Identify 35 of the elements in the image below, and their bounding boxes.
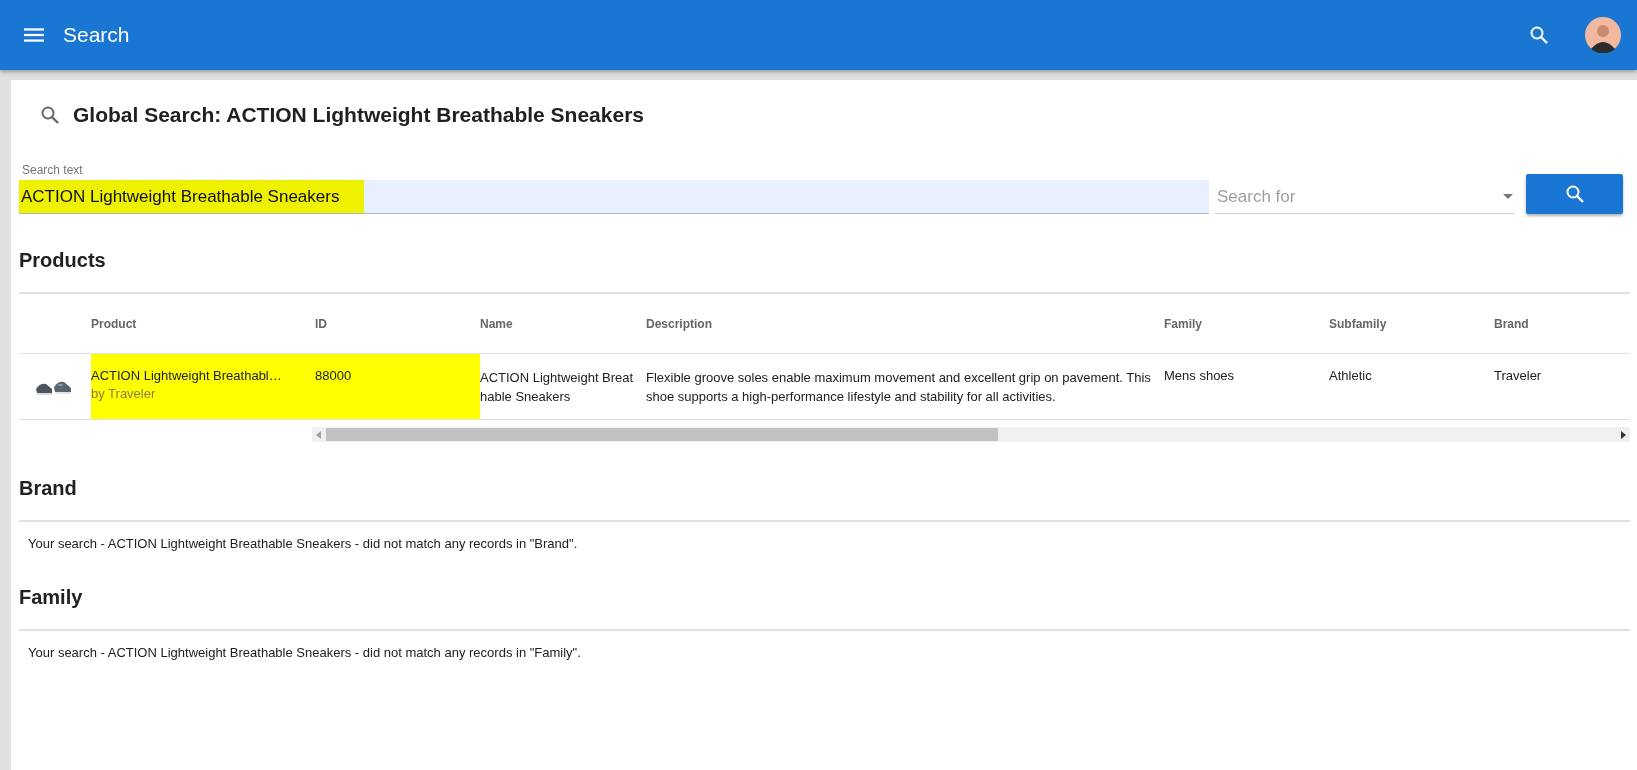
search-icon: [1564, 184, 1585, 204]
field-label: Search text: [22, 163, 83, 177]
column-header[interactable]: Family: [1164, 294, 1329, 354]
search-icon: [40, 105, 60, 125]
no-results-message: Your search - ACTION Lightweight Breathable Sneakers - did not match any records in "Family".: [28, 645, 582, 660]
section-heading: Products: [19, 248, 107, 273]
caret-icon: [1503, 194, 1513, 199]
scrollbar-thumb[interactable]: [326, 428, 998, 441]
column-header[interactable]: Brand: [1494, 294, 1630, 354]
product-brand: by Traveler: [91, 386, 157, 401]
column-header[interactable]: Name: [480, 294, 646, 354]
search-button[interactable]: [1526, 174, 1623, 214]
product-link[interactable]: ACTION Lightweight Breathabl…: [91, 368, 315, 383]
section-heading: Family: [19, 585, 84, 610]
avatar[interactable]: [1585, 17, 1621, 53]
app-title: Search: [63, 23, 130, 47]
search-text-field[interactable]: ACTION Lightweight Breathable Sneakers: [19, 180, 1209, 214]
search-for-field[interactable]: Search for: [1215, 185, 1503, 208]
table-cell: Mens shoes: [1164, 353, 1329, 420]
table-cell: Flexible groove soles enable maximum movement and excellent grip on pavement. This shoe supports a high-performance lifestyle and stability for all activities.: [646, 353, 1164, 420]
page-title: Global Search: ACTION Lightweight Breathable Sneakers: [73, 103, 644, 127]
table-cell: 88000: [315, 353, 480, 420]
no-results-message: Your search - ACTION Lightweight Breathable Sneakers - did not match any records in "Brand".: [28, 536, 579, 551]
search-icon[interactable]: [1529, 25, 1549, 45]
column-header[interactable]: ID: [315, 294, 480, 354]
menu-icon[interactable]: [24, 28, 44, 42]
section-heading: Brand: [19, 476, 78, 501]
table-cell: ACTION Lightweight Breathable Sneakers: [480, 353, 646, 420]
column-header[interactable]: Product: [91, 294, 315, 354]
right-arrow-icon[interactable]: [1620, 430, 1626, 439]
table-cell: Athletic: [1329, 353, 1494, 420]
column-header[interactable]: Description: [646, 294, 1164, 354]
column-header[interactable]: Subfamily: [1329, 294, 1494, 354]
horizontal-scrollbar[interactable]: [312, 427, 1630, 442]
table-cell: Traveler: [1494, 353, 1630, 420]
